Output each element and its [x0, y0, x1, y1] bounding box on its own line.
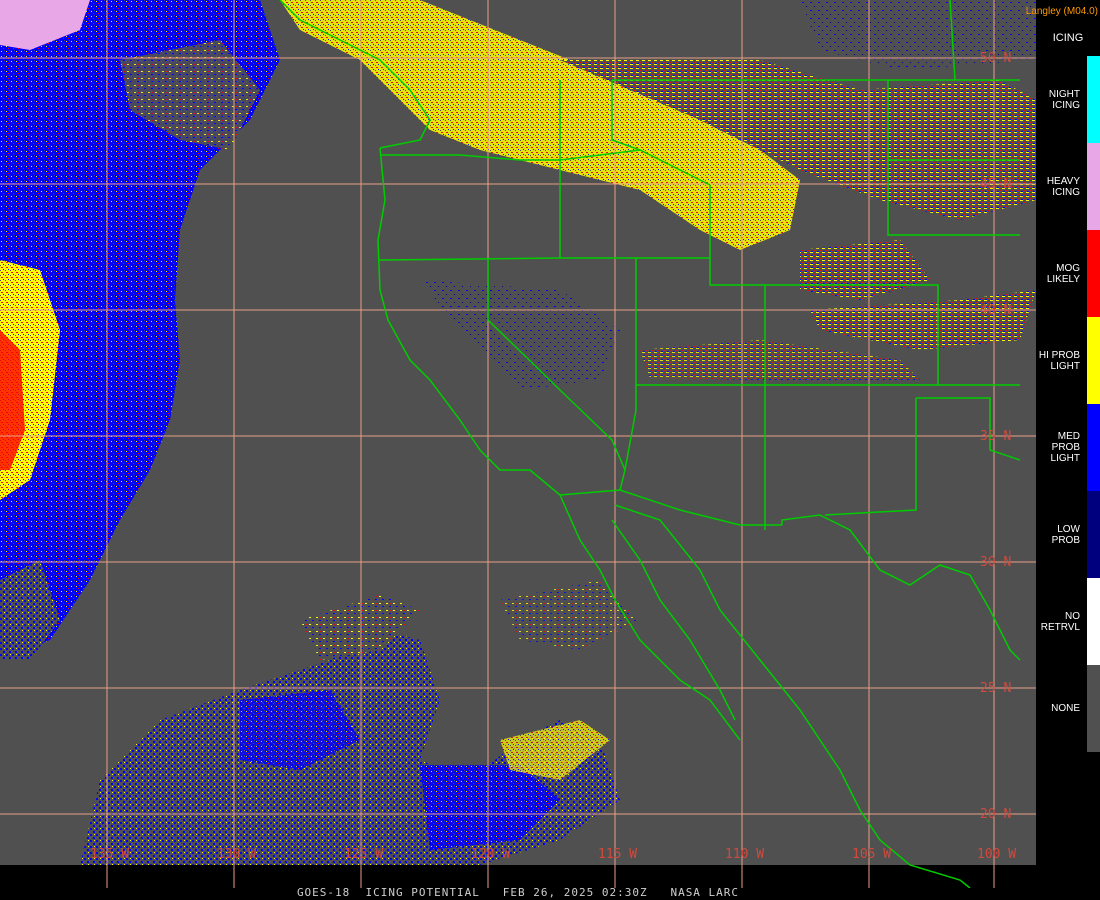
legend-label: HI PROB LIGHT [1038, 349, 1080, 372]
legend-item-night-icing: NIGHT ICING [1036, 56, 1100, 143]
lat-label-25n: 25 N [980, 681, 1011, 696]
legend-item-low-prob: LOW PROB [1036, 491, 1100, 578]
lat-label-40n: 40 N [980, 303, 1011, 318]
lon-label-120w: 120 W [471, 847, 510, 862]
legend-swatch [1087, 404, 1100, 491]
lon-label-105w: 105 W [852, 847, 891, 862]
legend-swatch [1087, 317, 1100, 404]
image-caption: GOES-18 ICING POTENTIAL FEB 26, 2025 02:… [296, 886, 740, 899]
legend-item-mog-likely: MOG LIKELY [1036, 230, 1100, 317]
legend-label: MED PROB LIGHT [1050, 431, 1080, 464]
lon-label-130w: 130 W [217, 847, 256, 862]
legend-swatch [1087, 665, 1100, 752]
legend-label: NIGHT ICING [1048, 88, 1080, 111]
legend-swatch [1087, 578, 1100, 665]
legend-swatch [1087, 143, 1100, 230]
legend-label: MOG LIKELY [1046, 262, 1080, 285]
legend-item-med-prob-light: MED PROB LIGHT [1036, 404, 1100, 491]
legend-swatch [1087, 56, 1100, 143]
legend-label: NO RETRVL [1040, 610, 1080, 633]
legend-swatch [1087, 230, 1100, 317]
lon-label-135w: 135 W [90, 847, 129, 862]
legend-item-heavy-icing: HEAVY ICING [1036, 143, 1100, 230]
legend-item-hi-prob-light: HI PROB LIGHT [1036, 317, 1100, 404]
legend-title: ICING [1052, 32, 1084, 44]
legend-item-none: NONE [1036, 665, 1100, 752]
legend-item-no-retrvl: NO RETRVL [1036, 578, 1100, 665]
map-canvas: 50 N 45 N 40 N 35 N 30 N 25 N 20 N 135 W… [0, 0, 1036, 888]
lon-label-100w: 100 W [977, 847, 1016, 862]
lon-label-110w: 110 W [725, 847, 764, 862]
icing-map: 50 N 45 N 40 N 35 N 30 N 25 N 20 N 135 W… [0, 0, 1036, 888]
legend-label: NONE [1051, 703, 1080, 714]
lat-label-20n: 20 N [980, 807, 1011, 822]
lat-label-50n: 50 N [980, 51, 1011, 66]
lon-label-125w: 125 W [344, 847, 383, 862]
lat-label-30n: 30 N [980, 555, 1011, 570]
legend-label: LOW PROB [1051, 523, 1080, 546]
lon-label-115w: 115 W [598, 847, 637, 862]
legend-label: HEAVY ICING [1046, 175, 1080, 198]
lat-label-35n: 35 N [980, 429, 1011, 444]
legend-swatch [1087, 491, 1100, 578]
icing-legend: ICING NIGHT ICING HEAVY ICING MOG LIKELY… [1036, 0, 1100, 900]
credit-label: Langley (M04.0) [1025, 6, 1098, 17]
lat-label-45n: 45 N [980, 177, 1011, 192]
